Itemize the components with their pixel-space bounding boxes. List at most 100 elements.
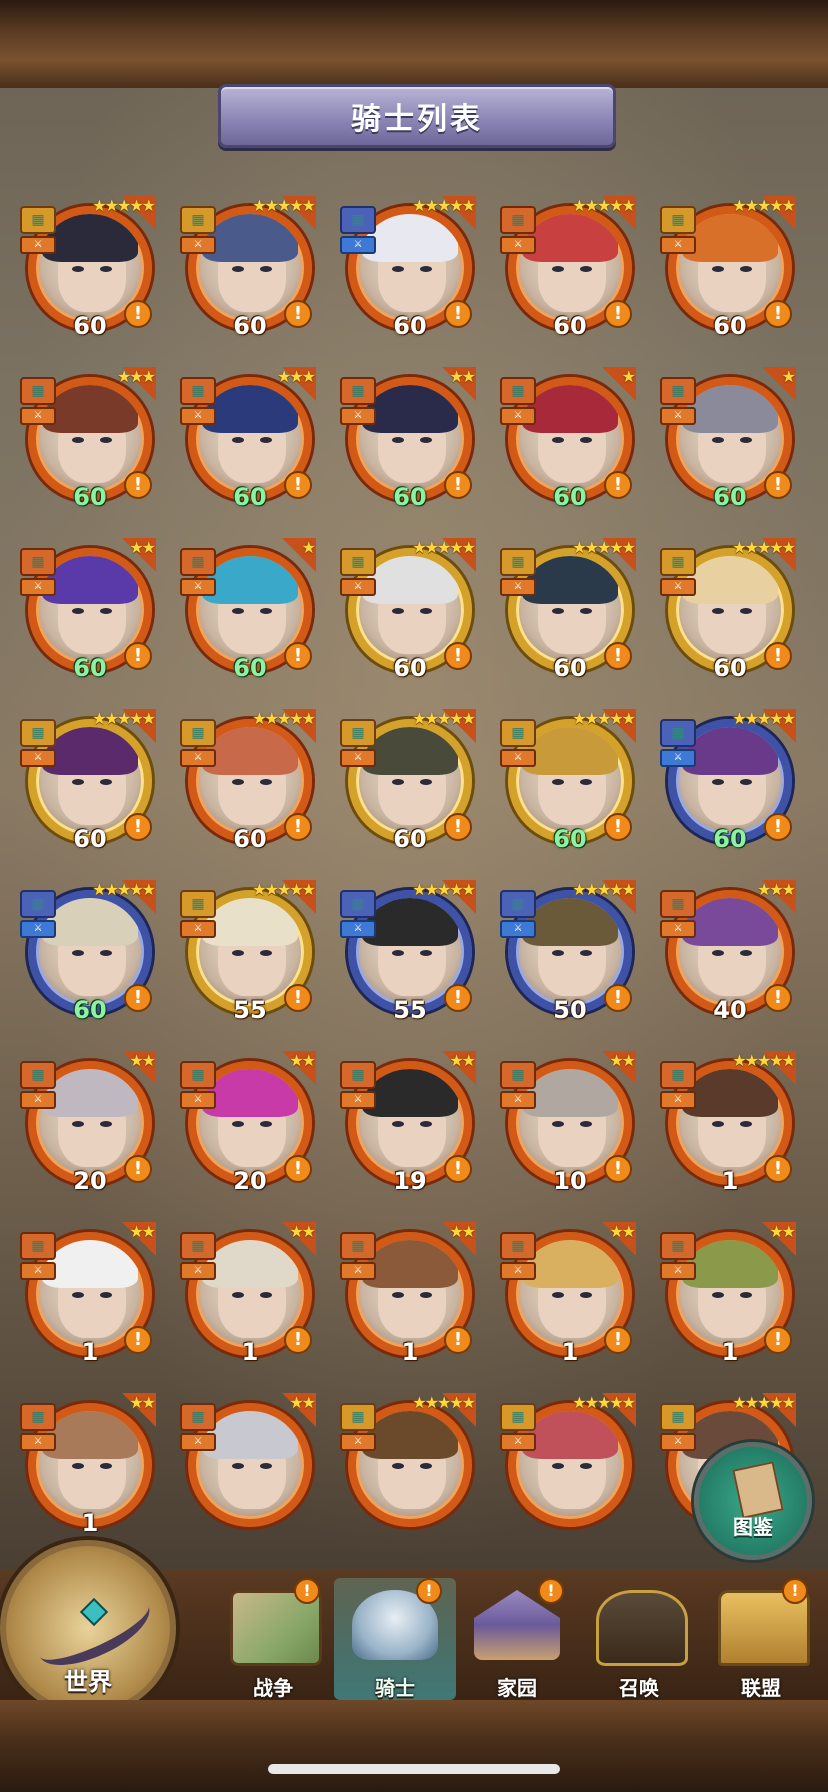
alert-icon: ! xyxy=(284,300,312,328)
eye xyxy=(100,608,112,614)
world-button[interactable]: 世界 xyxy=(0,1540,176,1716)
eye xyxy=(232,1292,244,1298)
knight-card[interactable]: ★★ ▦ ⚔ 19! xyxy=(340,1051,480,1199)
eye xyxy=(392,950,404,956)
weapon-icon: ⚔ xyxy=(20,1433,56,1451)
weapon-icon: ⚔ xyxy=(500,920,536,938)
class-icon: ▦ xyxy=(340,890,376,918)
knight-card[interactable]: ★★★★★ ▦ ⚔ 60! xyxy=(660,538,800,686)
tab-knights[interactable]: ! 骑士 xyxy=(334,1578,456,1700)
weapon-icon: ⚔ xyxy=(500,407,536,425)
knight-card[interactable]: ★★ ▦ ⚔ 1! xyxy=(20,1222,160,1370)
alert-icon: ! xyxy=(124,1155,152,1183)
knight-card[interactable]: ★★★★★ ▦ ⚔ 50! xyxy=(500,880,640,1028)
knight-card[interactable]: ★★ ▦ ⚔ 20! xyxy=(180,1051,320,1199)
knight-card[interactable]: ★★ ▦ ⚔ 60! xyxy=(20,538,160,686)
knight-card[interactable]: ★★★ ▦ ⚔ 60! xyxy=(180,367,320,515)
star-rating: ★★ xyxy=(129,1051,156,1070)
knight-card[interactable]: ★★★★★ ▦ ⚔ 60! xyxy=(660,196,800,344)
knight-card[interactable]: ★★★★★ ▦ ⚔ xyxy=(340,1393,480,1541)
knight-level: 60 xyxy=(73,996,107,1024)
class-icon: ▦ xyxy=(20,548,56,576)
tab-home[interactable]: ! 家园 xyxy=(456,1578,578,1700)
knight-card[interactable]: ★★★★★ ▦ ⚔ 60! xyxy=(500,709,640,857)
star-rating: ★★★★★ xyxy=(252,709,316,728)
star-rating: ★ xyxy=(301,538,316,557)
alert-icon: ! xyxy=(764,300,792,328)
knight-card[interactable]: ★★★ ▦ ⚔ 60! xyxy=(20,367,160,515)
knight-card[interactable]: ★★★★★ ▦ ⚔ xyxy=(500,1393,640,1541)
eye xyxy=(580,266,592,272)
knight-card[interactable]: ★★★ ▦ ⚔ 40! xyxy=(660,880,800,1028)
knight-card[interactable]: ★★★★★ ▦ ⚔ 60! xyxy=(180,709,320,857)
alert-icon: ! xyxy=(782,1578,808,1604)
knight-card[interactable]: ★★★★★ ▦ ⚔ 55! xyxy=(340,880,480,1028)
star-rating: ★★ xyxy=(609,1051,636,1070)
knight-level: 60 xyxy=(713,654,747,682)
eye xyxy=(740,266,752,272)
weapon-icon: ⚔ xyxy=(20,1091,56,1109)
star-rating: ★★ xyxy=(129,538,156,557)
knight-card[interactable]: ★★ ▦ ⚔ 20! xyxy=(20,1051,160,1199)
class-icon: ▦ xyxy=(20,206,56,234)
home-indicator[interactable] xyxy=(268,1764,560,1774)
tab-label: 战争 xyxy=(253,1676,293,1700)
knight-card[interactable]: ★★ ▦ ⚔ 1! xyxy=(660,1222,800,1370)
knight-card[interactable]: ★★★★★ ▦ ⚔ 60! xyxy=(500,538,640,686)
eye xyxy=(740,1292,752,1298)
knight-card[interactable]: ★★ ▦ ⚔ 1! xyxy=(500,1222,640,1370)
eye xyxy=(552,266,564,272)
knight-card[interactable]: ★★★★★ ▦ ⚔ 60! xyxy=(20,880,160,1028)
eye xyxy=(72,266,84,272)
knight-level: 60 xyxy=(233,312,267,340)
star-rating: ★★★★★ xyxy=(412,709,476,728)
alert-icon: ! xyxy=(764,984,792,1012)
class-icon: ▦ xyxy=(20,1403,56,1431)
knight-card[interactable]: ★★★★★ ▦ ⚔ 60! xyxy=(340,709,480,857)
knight-card[interactable]: ★★★★★ ▦ ⚔ 1! xyxy=(660,1051,800,1199)
tab-alliance[interactable]: ! 联盟 xyxy=(700,1578,822,1700)
knight-card[interactable]: ★ ▦ ⚔ 60! xyxy=(660,367,800,515)
weapon-icon: ⚔ xyxy=(340,407,376,425)
knight-card[interactable]: ★ ▦ ⚔ 60! xyxy=(500,367,640,515)
class-icon: ▦ xyxy=(180,206,216,234)
codex-button[interactable]: 图鉴 xyxy=(694,1442,812,1560)
knight-card[interactable]: ★ ▦ ⚔ 60! xyxy=(180,538,320,686)
class-icon: ▦ xyxy=(180,1061,216,1089)
knight-card[interactable]: ★★★★★ ▦ ⚔ 60! xyxy=(500,196,640,344)
knight-card[interactable]: ★★★★★ ▦ ⚔ 60! xyxy=(340,538,480,686)
class-icon: ▦ xyxy=(500,548,536,576)
star-rating: ★★★★★ xyxy=(732,1051,796,1070)
knight-card[interactable]: ★★ ▦ ⚔ 1! xyxy=(180,1222,320,1370)
knight-card[interactable]: ★★ ▦ ⚔ xyxy=(180,1393,320,1541)
codex-label: 图鉴 xyxy=(733,1515,773,1539)
star-rating: ★★★★★ xyxy=(572,538,636,557)
knight-card[interactable]: ★★★★★ ▦ ⚔ 60! xyxy=(20,196,160,344)
knight-card[interactable]: ★★ ▦ ⚔ 60! xyxy=(340,367,480,515)
weapon-icon: ⚔ xyxy=(500,1262,536,1280)
tab-summon[interactable]: 召唤 xyxy=(578,1578,700,1700)
knight-card[interactable]: ★★ ▦ ⚔ 1 xyxy=(20,1393,160,1541)
class-icon: ▦ xyxy=(20,1232,56,1260)
star-rating: ★★★ xyxy=(116,367,156,386)
knight-card[interactable]: ★★★★★ ▦ ⚔ 60! xyxy=(340,196,480,344)
knight-card[interactable]: ★★★★★ ▦ ⚔ 60! xyxy=(660,709,800,857)
tab-war[interactable]: ! 战争 xyxy=(212,1578,334,1700)
knight-card[interactable]: ★★★★★ ▦ ⚔ 60! xyxy=(20,709,160,857)
eye xyxy=(260,1463,272,1469)
knight-level: 1 xyxy=(401,1338,419,1366)
knight-level: 60 xyxy=(553,825,587,853)
class-icon: ▦ xyxy=(660,1403,696,1431)
star-rating: ★★★★★ xyxy=(572,709,636,728)
weapon-icon: ⚔ xyxy=(180,236,216,254)
knight-card[interactable]: ★★ ▦ ⚔ 1! xyxy=(340,1222,480,1370)
class-icon: ▦ xyxy=(340,1061,376,1089)
eye xyxy=(392,437,404,443)
knight-card[interactable]: ★★★★★ ▦ ⚔ 60! xyxy=(180,196,320,344)
knight-card[interactable]: ★★ ▦ ⚔ 10! xyxy=(500,1051,640,1199)
eye xyxy=(100,950,112,956)
alert-icon: ! xyxy=(538,1578,564,1604)
class-icon: ▦ xyxy=(660,890,696,918)
knight-card[interactable]: ★★★★★ ▦ ⚔ 55! xyxy=(180,880,320,1028)
knight-level: 1 xyxy=(81,1338,99,1366)
